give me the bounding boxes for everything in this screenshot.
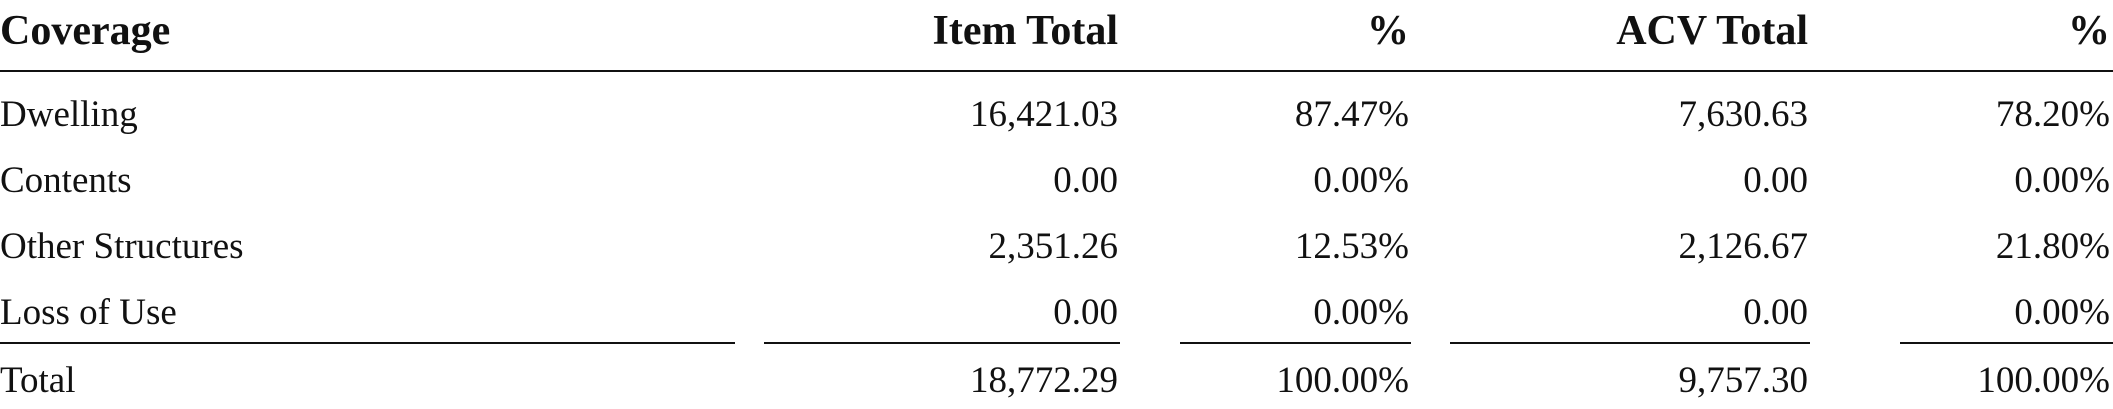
item-percent: 12.53% (1294, 226, 1409, 267)
total-row: Total 18,772.29 100.00% 9,757.30 100.00% (0, 353, 2113, 409)
item-total: 2,351.26 (988, 226, 1119, 267)
acv-total: 0.00 (1743, 160, 1808, 201)
total-item-percent: 100.00% (1276, 360, 1409, 401)
header-divider (0, 70, 2113, 72)
total-divider-acv-percent (1900, 342, 2113, 344)
table-row: Contents 0.00 0.00% 0.00 0.00% (0, 153, 2113, 209)
item-total: 0.00 (1053, 160, 1118, 201)
item-percent: 0.00% (1313, 292, 1409, 333)
total-acv-percent: 100.00% (1977, 360, 2110, 401)
acv-percent: 0.00% (2014, 292, 2110, 333)
coverage-name: Contents (0, 160, 132, 201)
table-row: Loss of Use 0.00 0.00% 0.00 0.00% (0, 285, 2113, 341)
coverage-name: Dwelling (0, 94, 138, 135)
acv-percent: 78.20% (1995, 94, 2110, 135)
coverage-name: Loss of Use (0, 292, 177, 333)
total-label: Total (0, 360, 76, 401)
acv-total: 0.00 (1743, 292, 1808, 333)
total-divider-item-total (764, 342, 1120, 344)
table-row: Other Structures 2,351.26 12.53% 2,126.6… (0, 219, 2113, 275)
item-total: 16,421.03 (970, 94, 1118, 135)
table-row: Dwelling 16,421.03 87.47% 7,630.63 78.20… (0, 87, 2113, 143)
acv-percent: 0.00% (2014, 160, 2110, 201)
total-acv-total: 9,757.30 (1678, 360, 1809, 401)
total-divider-item-percent (1180, 342, 1411, 344)
total-divider-coverage (0, 342, 735, 344)
item-total: 0.00 (1053, 292, 1118, 333)
header-coverage: Coverage (0, 8, 171, 54)
coverage-name: Other Structures (0, 226, 244, 267)
total-divider-acv-total (1450, 342, 1810, 344)
item-percent: 0.00% (1313, 160, 1409, 201)
item-percent: 87.47% (1294, 94, 1409, 135)
total-item-total: 18,772.29 (970, 360, 1118, 401)
header-row: Coverage Item Total % ACV Total % (0, 3, 2113, 59)
header-acv-total: ACV Total (1616, 8, 1808, 54)
acv-percent: 21.80% (1995, 226, 2110, 267)
header-item-total: Item Total (932, 8, 1118, 54)
acv-total: 2,126.67 (1678, 226, 1809, 267)
header-item-percent: % (1367, 8, 1409, 54)
acv-total: 7,630.63 (1678, 94, 1809, 135)
header-acv-percent: % (2068, 8, 2110, 54)
coverage-summary-table: Coverage Item Total % ACV Total % Dwelli… (0, 0, 2113, 407)
